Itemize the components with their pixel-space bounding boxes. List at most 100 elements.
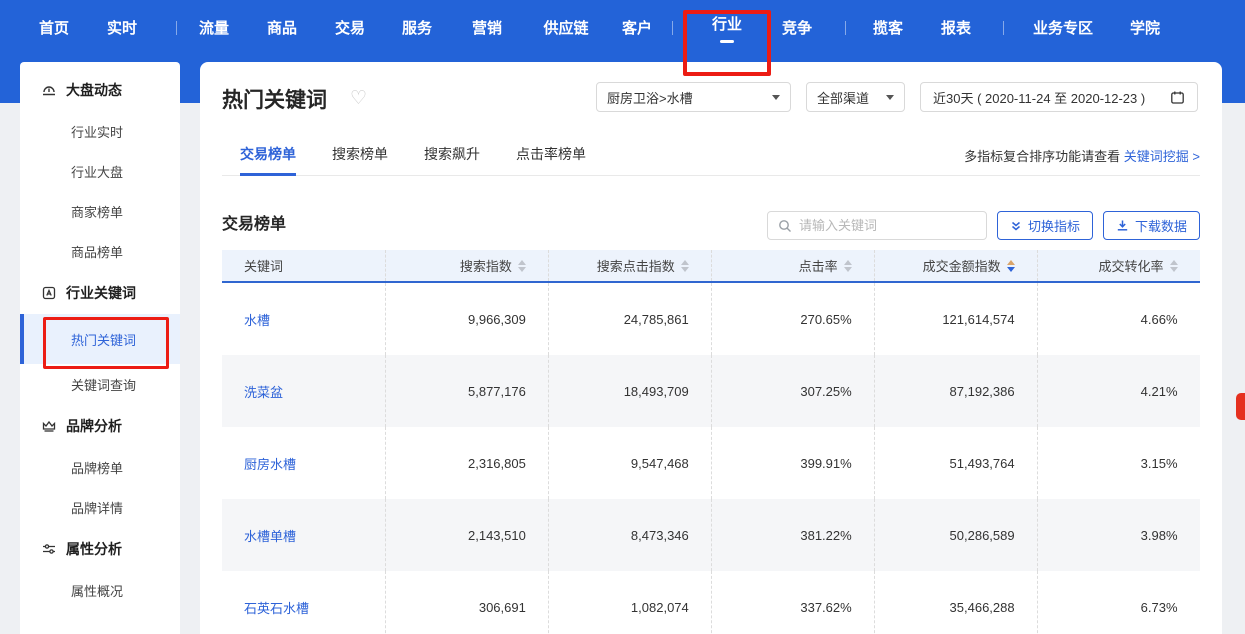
sort-icon[interactable] — [1170, 260, 1178, 272]
nav-item-supply-chain[interactable]: 供应链 — [543, 0, 588, 55]
nav-item-customers[interactable]: 客户 — [622, 0, 652, 55]
top-navigation: 首页 实时 流量 商品 交易 服务 营销 供应链 客户 行业 竞争 揽客 报表 … — [0, 0, 1245, 55]
nav-item-marketing[interactable]: 营销 — [472, 0, 502, 55]
click-rate-value: 337.62% — [711, 571, 874, 634]
sidebar-section-industry-keywords[interactable]: 行业关键词 — [20, 271, 180, 314]
channel-select[interactable]: 全部渠道 — [806, 82, 905, 112]
keyword-link[interactable]: 水槽单槽 — [244, 526, 296, 545]
gmv-index-value: 87,192,386 — [874, 355, 1037, 427]
search-index-value: 5,877,176 — [385, 355, 548, 427]
sidebar-section-attribute-analysis[interactable]: 属性分析 — [20, 527, 180, 570]
nav-item-traffic[interactable]: 流量 — [199, 0, 229, 55]
download-data-button[interactable]: 下载数据 — [1103, 211, 1200, 240]
search-click-index-value: 18,493,709 — [548, 355, 711, 427]
table-row: 洗菜盆 5,877,176 18,493,709 307.25% 87,192,… — [222, 355, 1200, 427]
crown-icon — [41, 418, 57, 434]
nav-item-products[interactable]: 商品 — [267, 0, 297, 55]
nav-divider — [1003, 21, 1004, 35]
nav-divider — [672, 21, 673, 35]
nav-item-home[interactable]: 首页 — [39, 0, 69, 55]
tab-trade-ranking[interactable]: 交易榜单 — [240, 144, 296, 176]
sidebar-item-product-ranking[interactable]: 商品榜单 — [20, 231, 180, 271]
sidebar-item-brand-ranking[interactable]: 品牌榜单 — [20, 447, 180, 487]
sort-icon[interactable] — [844, 260, 852, 272]
nav-item-industry[interactable]: 行业 — [712, 0, 742, 55]
sidebar-item-brand-details[interactable]: 品牌详情 — [20, 487, 180, 527]
sidebar-item-industry-overview[interactable]: 行业大盘 — [20, 151, 180, 191]
gmv-index-value: 121,614,574 — [874, 283, 1037, 355]
search-click-index-value: 9,547,468 — [548, 427, 711, 499]
tab-search-ranking[interactable]: 搜索榜单 — [332, 144, 388, 175]
chevron-down-icon — [772, 95, 780, 100]
nav-item-academy[interactable]: 学院 — [1130, 0, 1160, 55]
conversion-rate-value: 3.98% — [1037, 499, 1200, 571]
switch-metrics-button[interactable]: 切换指标 — [997, 211, 1093, 240]
sliders-icon — [41, 541, 57, 557]
sort-icon[interactable] — [518, 260, 526, 272]
gmv-index-value: 51,493,764 — [874, 427, 1037, 499]
nav-item-reports[interactable]: 报表 — [941, 0, 971, 55]
column-header-conversion-rate[interactable]: 成交转化率 — [1037, 250, 1200, 281]
dashboard-icon — [41, 82, 57, 98]
nav-item-business-zone[interactable]: 业务专区 — [1033, 0, 1093, 55]
nav-item-realtime[interactable]: 实时 — [107, 0, 137, 55]
conversion-rate-value: 6.73% — [1037, 571, 1200, 634]
column-header-click-rate[interactable]: 点击率 — [711, 250, 874, 281]
keyword-link[interactable]: 厨房水槽 — [244, 454, 296, 473]
keyword-link[interactable]: 石英石水槽 — [244, 598, 309, 617]
app-window: 首页 实时 流量 商品 交易 服务 营销 供应链 客户 行业 竞争 揽客 报表 … — [0, 0, 1245, 634]
main-panel: 热门关键词 ♡ 厨房卫浴>水槽 全部渠道 近30天 ( 2020-11-24 至… — [200, 62, 1222, 634]
table-row: 水槽 9,966,309 24,785,861 270.65% 121,614,… — [222, 283, 1200, 355]
ranking-tabs: 交易榜单 搜索榜单 搜索飙升 点击率榜单 多指标复合排序功能请查看 关键词挖掘 … — [222, 144, 1200, 176]
page-header: 热门关键词 ♡ 厨房卫浴>水槽 全部渠道 近30天 ( 2020-11-24 至… — [222, 62, 1200, 134]
nav-item-competition[interactable]: 竞争 — [782, 0, 812, 55]
conversion-rate-value: 3.15% — [1037, 427, 1200, 499]
keyword-mining-link[interactable]: 关键词挖掘 > — [1124, 149, 1200, 164]
search-index-value: 306,691 — [385, 571, 548, 634]
keyword-link[interactable]: 洗菜盆 — [244, 382, 283, 401]
sidebar-item-merchant-ranking[interactable]: 商家榜单 — [20, 191, 180, 231]
sidebar-item-keyword-query[interactable]: 关键词查询 — [20, 364, 180, 404]
sidebar-section-brand-analysis[interactable]: 品牌分析 — [20, 404, 180, 447]
column-header-search-click-index[interactable]: 搜索点击指数 — [548, 250, 711, 281]
keyword-icon — [41, 285, 57, 301]
keyword-table: 关键词 搜索指数 搜索点击指数 点击率 成交金额指数 — [222, 250, 1200, 634]
keyword-link[interactable]: 水槽 — [244, 310, 270, 329]
nav-item-service[interactable]: 服务 — [402, 0, 432, 55]
tab-click-rate-ranking[interactable]: 点击率榜单 — [516, 144, 586, 175]
search-index-value: 2,143,510 — [385, 499, 548, 571]
gmv-index-value: 35,466,288 — [874, 571, 1037, 634]
sidebar-section-market-overview[interactable]: 大盘动态 — [20, 68, 180, 111]
table-row: 石英石水槽 306,691 1,082,074 337.62% 35,466,2… — [222, 571, 1200, 634]
sidebar-item-attribute-overview[interactable]: 属性概况 — [20, 570, 180, 610]
double-chevron-down-icon — [1010, 220, 1022, 232]
conversion-rate-value: 4.66% — [1037, 283, 1200, 355]
conversion-rate-value: 4.21% — [1037, 355, 1200, 427]
date-range-picker[interactable]: 近30天 ( 2020-11-24 至 2020-12-23 ) — [920, 82, 1198, 112]
multi-sort-hint: 多指标复合排序功能请查看 关键词挖掘 > — [964, 146, 1200, 165]
nav-divider — [845, 21, 846, 35]
sidebar-item-hot-keywords[interactable]: 热门关键词 — [20, 314, 180, 364]
chevron-down-icon — [886, 95, 894, 100]
sort-icon-active-desc[interactable] — [1007, 260, 1015, 272]
favorite-heart-icon[interactable]: ♡ — [350, 87, 367, 110]
nav-item-acquisition[interactable]: 揽客 — [873, 0, 903, 55]
search-index-value: 9,966,309 — [385, 283, 548, 355]
click-rate-value: 381.22% — [711, 499, 874, 571]
search-input[interactable] — [799, 218, 976, 233]
page-title: 热门关键词 — [222, 84, 327, 114]
category-select[interactable]: 厨房卫浴>水槽 — [596, 82, 791, 112]
column-header-gmv-index[interactable]: 成交金额指数 — [874, 250, 1037, 281]
column-header-search-index[interactable]: 搜索指数 — [385, 250, 548, 281]
keyword-search-box[interactable] — [767, 211, 987, 240]
search-index-value: 2,316,805 — [385, 427, 548, 499]
gmv-index-value: 50,286,589 — [874, 499, 1037, 571]
nav-item-trade[interactable]: 交易 — [335, 0, 365, 55]
sidebar-item-industry-realtime[interactable]: 行业实时 — [20, 111, 180, 151]
sort-icon[interactable] — [681, 260, 689, 272]
red-floating-tab[interactable] — [1236, 393, 1245, 420]
table-header-row: 关键词 搜索指数 搜索点击指数 点击率 成交金额指数 — [222, 250, 1200, 283]
download-icon — [1116, 219, 1129, 232]
table-toolbar: 切换指标 下载数据 — [767, 211, 1200, 240]
tab-search-surge[interactable]: 搜索飙升 — [424, 144, 480, 175]
